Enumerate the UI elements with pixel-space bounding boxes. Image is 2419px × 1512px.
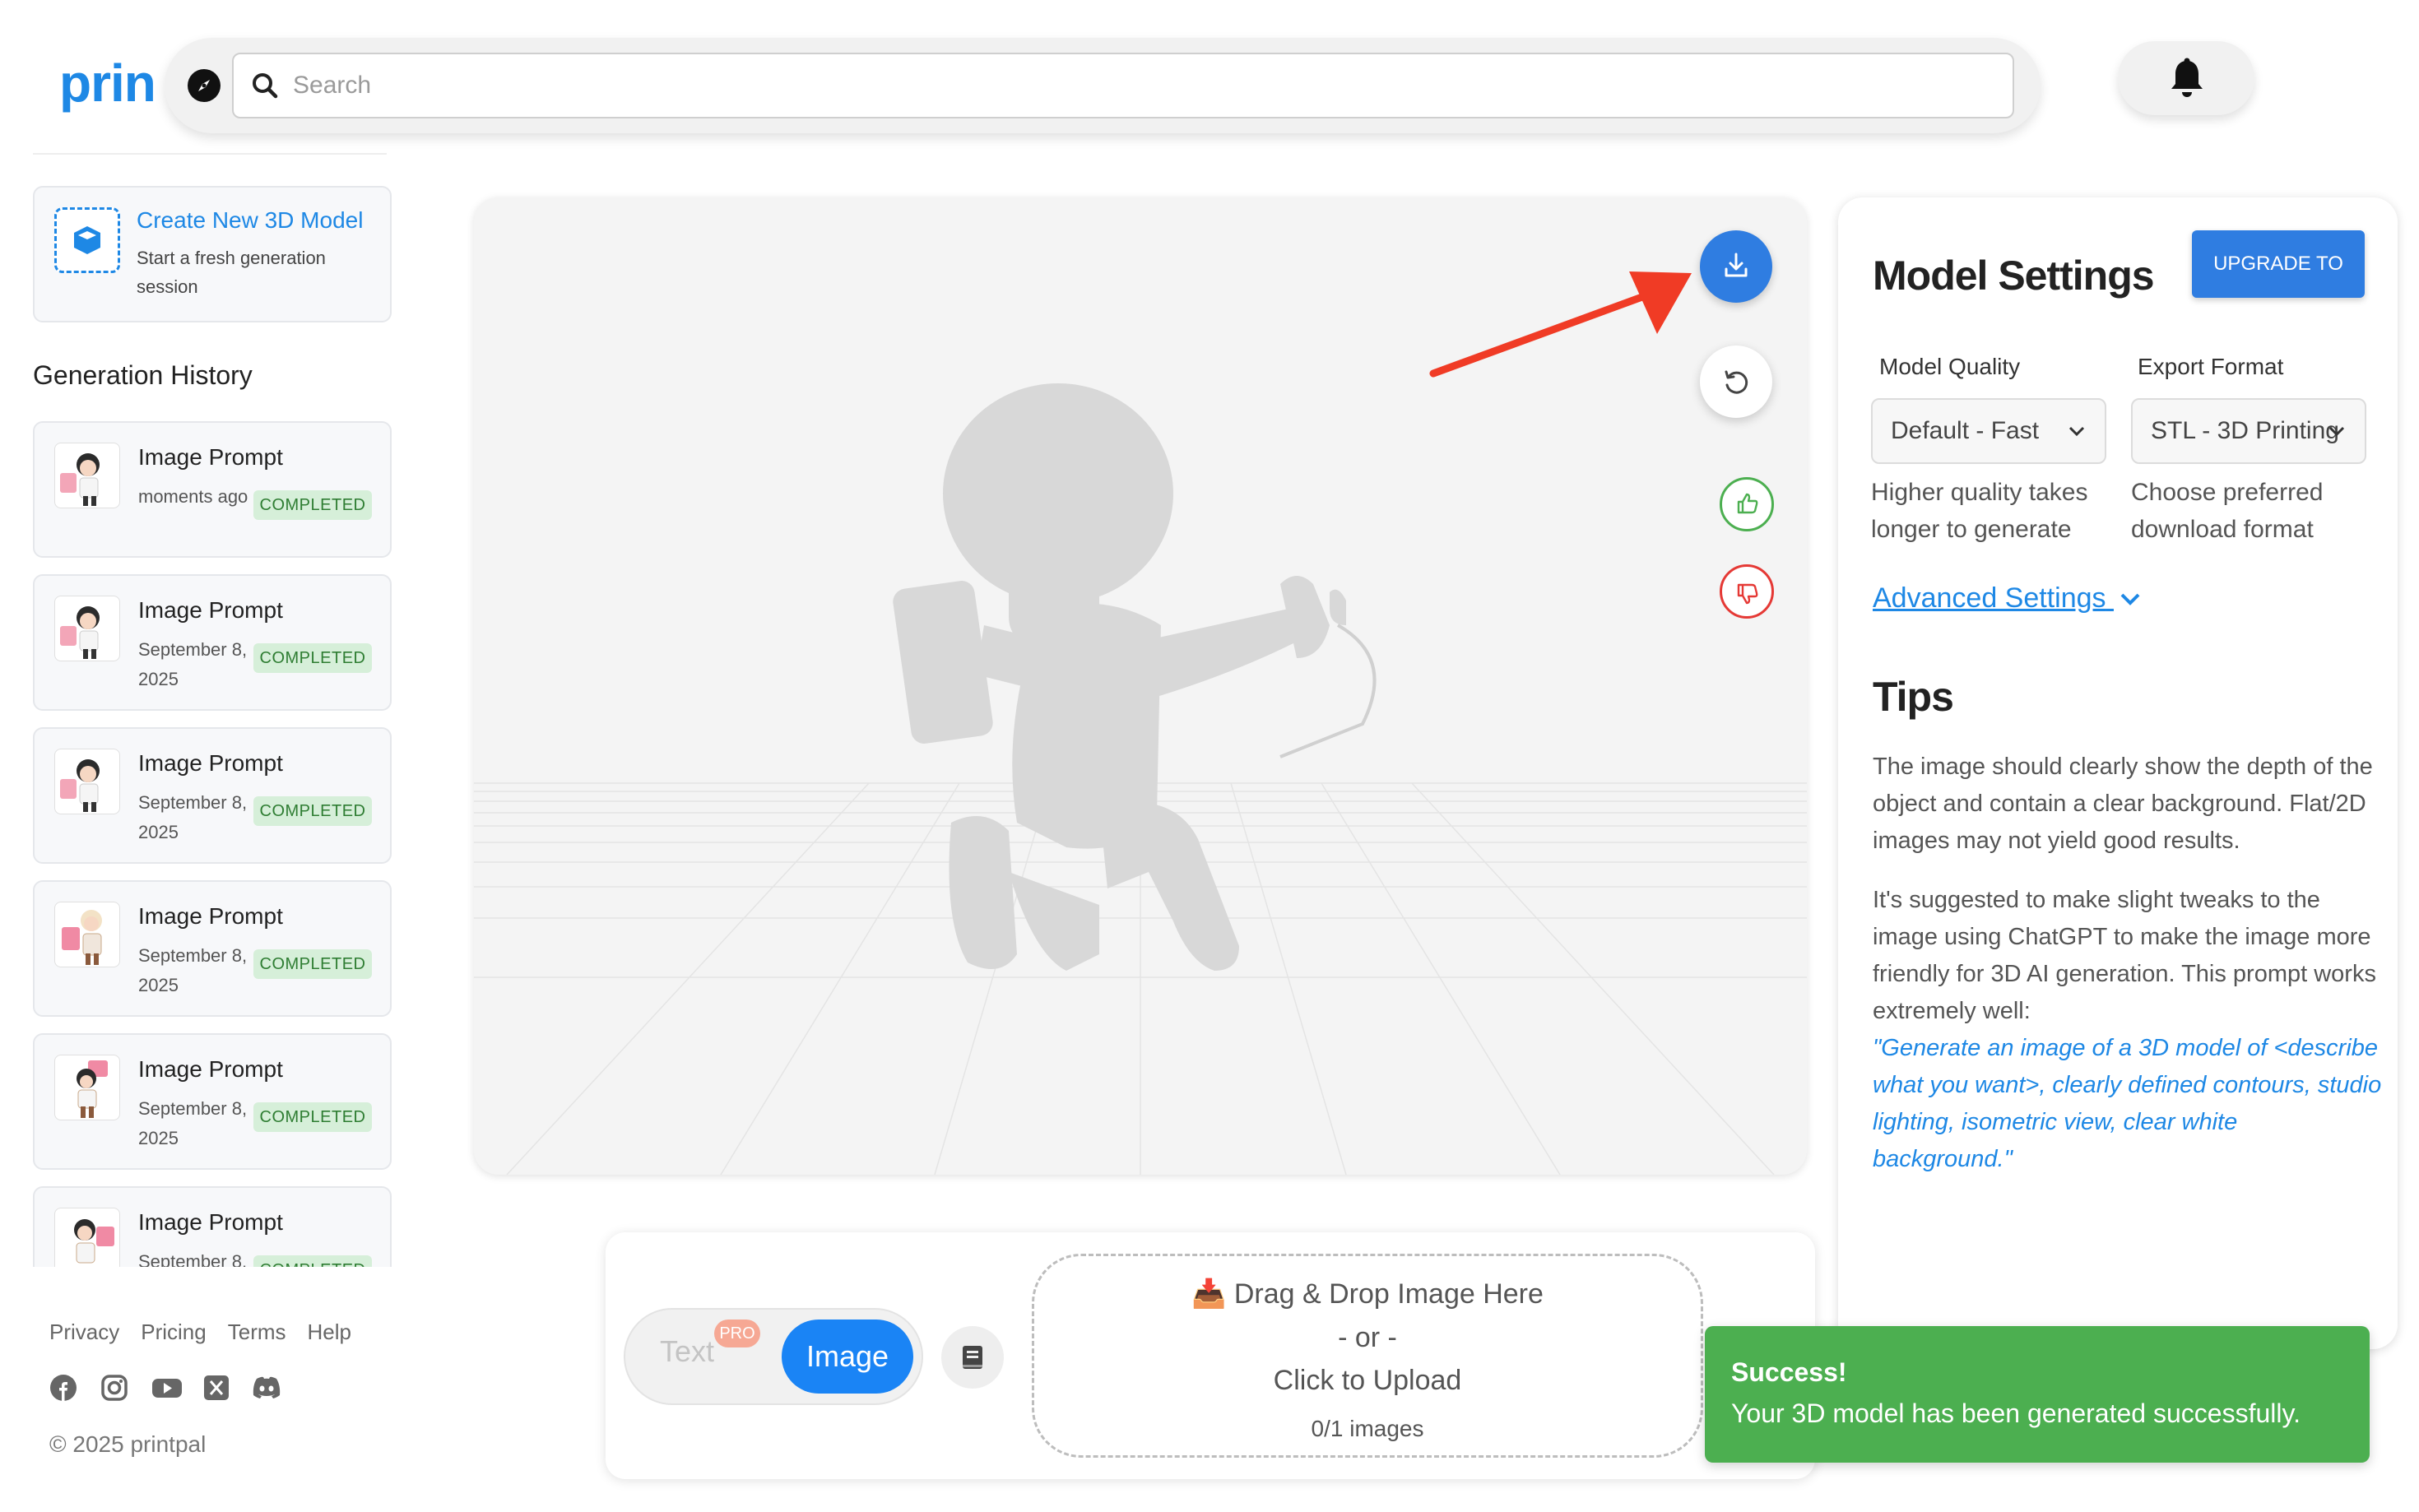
- youtube-icon[interactable]: [151, 1374, 183, 1402]
- chevron-down-icon: [2328, 426, 2345, 437]
- discord-icon[interactable]: [250, 1374, 283, 1402]
- divider: [33, 153, 387, 155]
- status-badge: COMPLETED: [253, 796, 372, 826]
- history-item-date: September 8, 2025: [138, 792, 248, 842]
- history-item[interactable]: Image Prompt September 8, 2025 COMPLETED: [33, 880, 392, 1017]
- settings-title: Model Settings: [1873, 253, 2155, 299]
- status-badge: COMPLETED: [253, 949, 372, 979]
- history-item-date: September 8, 2025: [138, 1098, 248, 1148]
- history-thumbnail: [54, 1055, 120, 1120]
- history-thumbnail: [54, 596, 120, 661]
- history-item-date: September 8, 2025: [138, 639, 248, 689]
- history-item[interactable]: Image Prompt moments ago COMPLETED: [33, 421, 392, 558]
- history-item-title: Image Prompt: [138, 597, 283, 623]
- create-new-model-title[interactable]: Create New 3D Model: [137, 207, 363, 234]
- pro-badge: PRO: [714, 1320, 760, 1347]
- compass-icon[interactable]: [188, 69, 221, 102]
- image-mode-option[interactable]: Image: [782, 1320, 913, 1394]
- reset-view-icon: [1725, 370, 1748, 394]
- history-item[interactable]: Image Prompt September 8, COMPLETED: [33, 1186, 392, 1267]
- history-item-title: Image Prompt: [138, 903, 283, 929]
- model-quality-label: Model Quality: [1879, 354, 2021, 379]
- logo[interactable]: prin: [59, 53, 156, 114]
- tips-title: Tips: [1873, 674, 1954, 720]
- history-thumbnail: [54, 1208, 120, 1267]
- history-item-title: Image Prompt: [138, 1209, 283, 1235]
- dropzone-title: 📥 Drag & Drop Image Here: [1191, 1278, 1544, 1310]
- status-badge: COMPLETED: [253, 490, 372, 520]
- history-item[interactable]: Image Prompt September 8, 2025 COMPLETED: [33, 1033, 392, 1170]
- model-quality-select[interactable]: Default - Fast: [1871, 398, 2106, 464]
- thumbs-up-icon: [1737, 493, 1758, 514]
- export-format-value: STL - 3D Printing: [2151, 417, 2339, 444]
- copyright: © 2025 printpal: [49, 1431, 207, 1457]
- upgrade-to-pro-button[interactable]: UPGRADE TO PRO: [2192, 230, 2365, 342]
- image-dropzone[interactable]: 📥 Drag & Drop Image Here - or - Click to…: [1032, 1254, 1703, 1458]
- advanced-settings-label: Advanced Settings: [1873, 582, 2106, 614]
- thumbs-down-button[interactable]: [1720, 564, 1774, 619]
- create-new-model-subtitle: Start a fresh generation session: [137, 248, 326, 297]
- guide-button[interactable]: [941, 1326, 1004, 1389]
- bell-icon: [2171, 58, 2203, 97]
- history-item-title: Image Prompt: [138, 750, 283, 776]
- notifications-button[interactable]: [2118, 41, 2254, 115]
- history-thumbnail: [54, 749, 120, 814]
- tip-paragraph: It's suggested to make slight tweaks to …: [1873, 887, 2376, 1024]
- footer-link-privacy[interactable]: Privacy: [49, 1320, 119, 1344]
- history-item[interactable]: Image Prompt September 8, 2025 COMPLETED: [33, 727, 392, 864]
- reset-view-button[interactable]: [1700, 346, 1772, 418]
- book-icon: [963, 1346, 982, 1369]
- thumbs-down-icon: [1737, 583, 1758, 605]
- export-format-select[interactable]: STL - 3D Printing: [2131, 398, 2366, 464]
- export-format-label: Export Format: [2138, 354, 2284, 379]
- history-title: Generation History: [33, 360, 253, 390]
- advanced-settings-link[interactable]: Advanced Settings: [1873, 582, 2142, 615]
- status-badge: COMPLETED: [253, 643, 372, 673]
- thumbs-up-button[interactable]: [1720, 477, 1774, 531]
- cube-icon: [54, 207, 120, 273]
- text-mode-option[interactable]: Text: [660, 1334, 714, 1369]
- instagram-icon[interactable]: [100, 1374, 128, 1402]
- tip-prompt-quote: "Generate an image of a 3D model of <des…: [1873, 1035, 2382, 1172]
- model-quality-value: Default - Fast: [1891, 417, 2040, 444]
- search-icon: [250, 71, 280, 100]
- history-list[interactable]: Image Prompt moments ago COMPLETED Image…: [33, 421, 395, 1267]
- facebook-icon[interactable]: [49, 1374, 77, 1402]
- search-input[interactable]: [293, 64, 1996, 107]
- status-badge: COMPLETED: [253, 1255, 372, 1267]
- tip-paragraph: The image should clearly show the depth …: [1873, 754, 2373, 854]
- model-quality-help: Higher quality takes longer to generate: [1871, 479, 2088, 543]
- annotation-arrow: [1429, 271, 1692, 378]
- generated-model: [893, 383, 1346, 971]
- download-button[interactable]: [1700, 230, 1772, 303]
- history-item[interactable]: Image Prompt September 8, 2025 COMPLETED: [33, 574, 392, 711]
- footer-link-terms[interactable]: Terms: [228, 1320, 286, 1344]
- history-item-title: Image Prompt: [138, 444, 283, 470]
- footer-links: Privacy Pricing Terms Help: [49, 1320, 373, 1345]
- history-item-date: moments ago: [138, 486, 248, 507]
- dropzone-upload-label: Click to Upload: [1273, 1365, 1462, 1396]
- chevron-down-icon: [2068, 426, 2085, 437]
- chevron-down-icon: [2120, 593, 2140, 605]
- x-icon[interactable]: [202, 1374, 230, 1402]
- footer-link-pricing[interactable]: Pricing: [141, 1320, 206, 1344]
- download-icon: [1725, 253, 1748, 277]
- toast-title: Success!: [1731, 1357, 1847, 1387]
- footer-link-help[interactable]: Help: [308, 1320, 351, 1344]
- image-count: 0/1 images: [1311, 1416, 1424, 1441]
- toast-message: Your 3D model has been generated success…: [1731, 1398, 2301, 1428]
- history-item-date: September 8, 2025: [138, 945, 248, 995]
- status-badge: COMPLETED: [253, 1102, 372, 1132]
- history-thumbnail: [54, 443, 120, 508]
- success-toast[interactable]: [1705, 1326, 2370, 1463]
- history-thumbnail: [54, 902, 120, 967]
- export-format-help: Choose preferred download format: [2131, 479, 2324, 543]
- dropzone-or: - or -: [1338, 1322, 1397, 1353]
- history-item-date: September 8,: [138, 1251, 248, 1267]
- history-item-title: Image Prompt: [138, 1056, 283, 1082]
